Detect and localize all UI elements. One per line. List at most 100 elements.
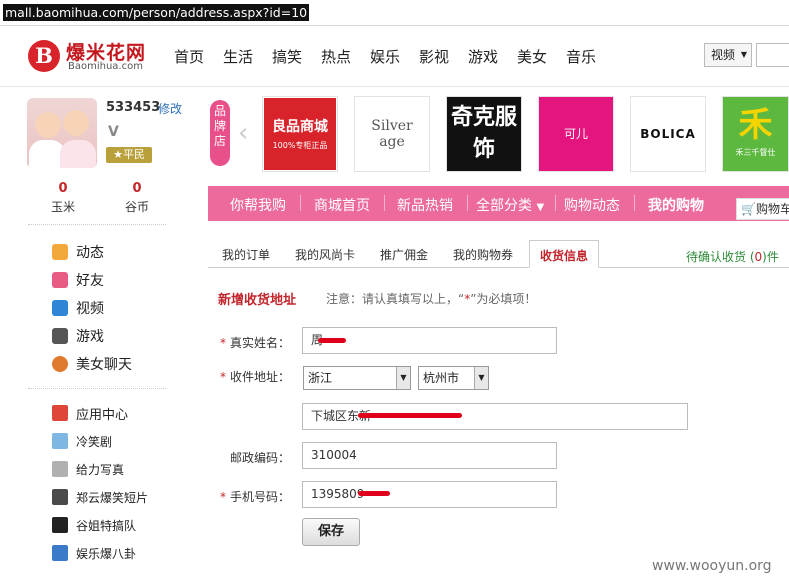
- shop-nav: 你帮我购 商城首页 新品热销 全部分类 ▼ 购物动态 我的购物: [208, 186, 789, 221]
- avatar[interactable]: [27, 98, 97, 168]
- shop-nav-item[interactable]: 购物动态: [564, 195, 620, 215]
- province-select[interactable]: 浙江 ▼: [303, 366, 411, 390]
- stat-label: 玉米: [50, 200, 75, 214]
- separator: [555, 195, 556, 211]
- brand-logo[interactable]: 奇克服饰: [446, 96, 522, 172]
- zip-field[interactable]: 310004: [302, 442, 557, 469]
- divider: [28, 388, 166, 389]
- form-title: 新增收货地址: [218, 293, 297, 308]
- phone-field[interactable]: 1395809: [302, 481, 557, 508]
- brand-logo[interactable]: BOLICA: [630, 96, 706, 172]
- nav-item[interactable]: 美女: [517, 46, 566, 67]
- tab-orders[interactable]: 我的订单: [222, 246, 270, 263]
- brand-logo[interactable]: 可儿: [538, 96, 614, 172]
- redaction-mark: [358, 491, 390, 496]
- stat-label: 谷币: [124, 200, 149, 214]
- logo-domain: Baomihua.com: [68, 61, 143, 72]
- level-badge-label: 平民: [122, 148, 145, 161]
- nav-item[interactable]: 搞笑: [272, 46, 321, 67]
- redaction-mark: [318, 338, 346, 343]
- brand-name: BOLICA: [640, 127, 696, 141]
- app-item[interactable]: 娱乐爆八卦: [52, 539, 148, 567]
- nav-item[interactable]: 生活: [223, 46, 272, 67]
- phone-value: 1395809: [311, 487, 365, 501]
- stat-corn[interactable]: 0 玉米: [33, 181, 93, 215]
- sidebar-item-video[interactable]: 视频: [52, 294, 132, 322]
- address-bar[interactable]: mall.baomihua.com/person/address.aspx?id…: [0, 0, 789, 26]
- site-logo[interactable]: B 爆米花网 Baomihua.com: [28, 38, 158, 74]
- pending-receipt[interactable]: 待确认收货 (0)件: [686, 248, 779, 265]
- app-icon: [52, 489, 68, 505]
- cart-label: 购物车: [755, 202, 789, 216]
- chevron-down-icon: ▼: [474, 367, 488, 389]
- sidebar-item-chat[interactable]: 美女聊天: [52, 350, 132, 378]
- sidebar-item-friends[interactable]: 好友: [52, 266, 132, 294]
- main-nav: 首页 生活 搞笑 热点 娱乐 影视 游戏 美女 音乐: [174, 46, 615, 67]
- app-icon: [52, 433, 68, 449]
- app-item-center[interactable]: 应用中心: [52, 399, 148, 427]
- separator: [384, 195, 385, 211]
- edit-profile-link[interactable]: 修改: [158, 100, 182, 117]
- province-value: 浙江: [308, 371, 333, 385]
- app-label: 给力写真: [76, 462, 125, 477]
- separator: [634, 195, 635, 211]
- name-label: * 真实姓名：: [220, 334, 290, 351]
- app-label: 冷笑剧: [76, 434, 113, 449]
- nav-item[interactable]: 游戏: [468, 46, 517, 67]
- form-note: 注意：请认真填写以上，“*”为必填项！: [326, 290, 536, 307]
- required-mark: *: [220, 336, 226, 350]
- brand-name: Silver age: [371, 118, 413, 150]
- app-item[interactable]: 冷笑剧: [52, 427, 148, 455]
- stat-coin[interactable]: 0 谷币: [107, 181, 167, 215]
- search-type-value: 视频: [711, 48, 736, 62]
- shop-nav-item[interactable]: 新品热销: [397, 195, 453, 215]
- app-item[interactable]: 谷姐特搞队: [52, 511, 148, 539]
- app-item[interactable]: 给力写真: [52, 455, 148, 483]
- search-type-select[interactable]: 视频 ▼: [704, 43, 752, 67]
- nav-item[interactable]: 影视: [419, 46, 468, 67]
- chevron-left-icon[interactable]: ‹: [238, 118, 248, 148]
- brand-sub: 100%专柜正品: [272, 141, 328, 150]
- zip-label-text: 邮政编码：: [229, 451, 290, 465]
- nav-item[interactable]: 音乐: [566, 46, 615, 67]
- avatar-figure-right: [60, 140, 96, 168]
- brand-logo[interactable]: Silver age: [354, 96, 430, 172]
- app-list: 应用中心 冷笑剧 给力写真 郑云爆笑短片 谷姐特搞队 娱乐爆八卦: [52, 399, 148, 567]
- sidebar-item-games[interactable]: 游戏: [52, 322, 132, 350]
- app-label: 娱乐爆八卦: [76, 546, 137, 561]
- watermark: www.wooyun.org: [652, 558, 772, 574]
- nav-item[interactable]: 首页: [174, 46, 223, 67]
- shop-nav-item[interactable]: 商城首页: [314, 195, 370, 215]
- tab-shipping-info[interactable]: 收货信息: [529, 240, 600, 268]
- cart-button[interactable]: 🛒购物车: [736, 198, 789, 220]
- shop-nav-item-active[interactable]: 我的购物: [648, 195, 704, 215]
- sidebar-item-label: 游戏: [76, 329, 104, 345]
- tab-fashion-card[interactable]: 我的风尚卡: [295, 246, 355, 263]
- shop-nav-item[interactable]: 你帮我购: [230, 195, 286, 215]
- nav-item[interactable]: 热点: [321, 46, 370, 67]
- app-item[interactable]: 郑云爆笑短片: [52, 483, 148, 511]
- sidebar-menu: 动态 好友 视频 游戏 美女聊天: [52, 238, 132, 378]
- brand-strip: 品牌店 ‹ 良品商城 100%专柜正品 Silver age 奇克服饰 可儿 B…: [210, 96, 789, 176]
- nav-item[interactable]: 娱乐: [370, 46, 419, 67]
- brand-logo[interactable]: 良品商城 100%专柜正品: [262, 96, 338, 172]
- brand-name: 奇克服饰: [447, 97, 521, 171]
- city-select[interactable]: 杭州市 ▼: [418, 366, 489, 390]
- sidebar: 533453 修改 V ★平民 0 玉米 0 谷币 动态 好友 视频 游戏 美女…: [0, 88, 200, 577]
- search-input[interactable]: [756, 43, 789, 67]
- url-text[interactable]: mall.baomihua.com/person/address.aspx?id…: [3, 4, 310, 21]
- tab-coupons[interactable]: 我的购物券: [453, 246, 513, 263]
- tab-commission[interactable]: 推广佣金: [380, 246, 428, 263]
- brand-logo[interactable]: 禾 禾三千督仕: [722, 96, 789, 172]
- shop-nav-categories[interactable]: 全部分类 ▼: [476, 195, 544, 215]
- divider: [28, 224, 166, 225]
- save-button[interactable]: 保存: [302, 518, 360, 546]
- caret-down-icon: ▼: [536, 202, 545, 213]
- sidebar-item-feed[interactable]: 动态: [52, 238, 132, 266]
- stat-value: 0: [132, 181, 142, 196]
- pending-count: 0: [754, 250, 763, 264]
- logo-mark: B: [28, 40, 60, 72]
- stat-value: 0: [58, 181, 68, 196]
- app-label: 应用中心: [76, 407, 129, 423]
- zip-value: 310004: [311, 448, 357, 462]
